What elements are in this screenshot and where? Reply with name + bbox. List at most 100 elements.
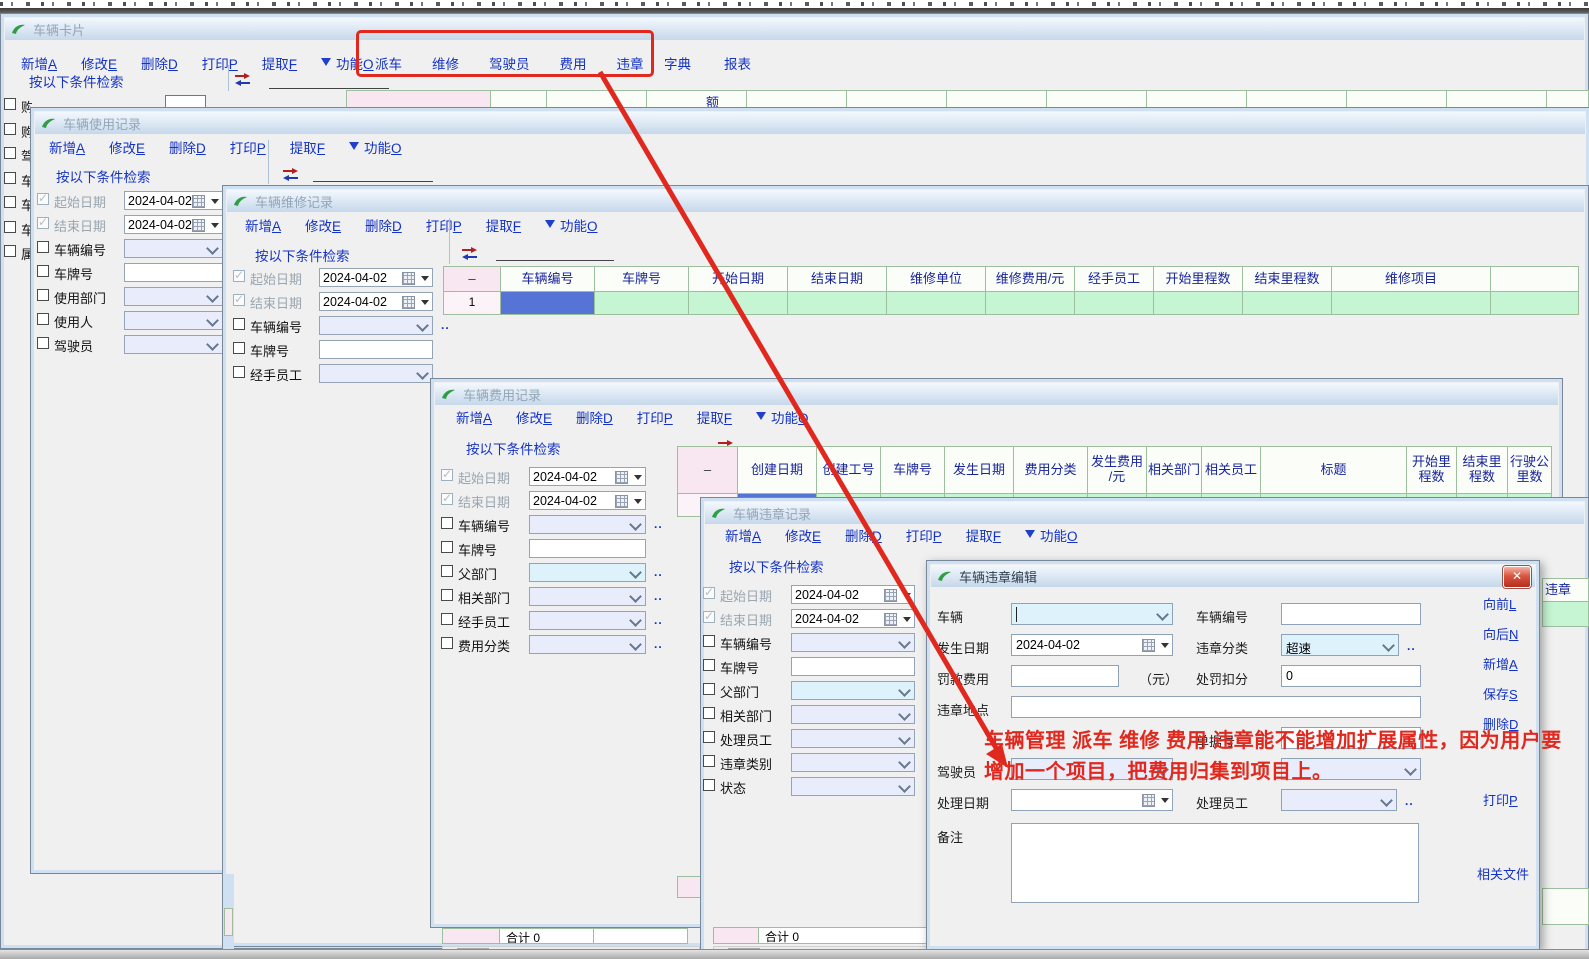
grid-cell[interactable] — [886, 291, 986, 315]
checkbox-车牌号[interactable] — [233, 342, 245, 354]
grid-cell[interactable] — [688, 291, 788, 315]
grid-cell[interactable] — [985, 291, 1075, 315]
toolbar-item[interactable]: 新增A — [245, 215, 281, 235]
field-起始日期[interactable]: 2024-04-02 — [124, 191, 223, 210]
titlebar[interactable]: 车辆违章记录 — [705, 502, 1584, 524]
chevron-down-icon[interactable] — [898, 780, 911, 793]
titlebar[interactable]: 车辆使用记录 — [35, 112, 1585, 134]
field-车牌号[interactable] — [319, 340, 433, 359]
grid-cell[interactable] — [1153, 291, 1243, 315]
toolbar-item[interactable]: 修改E — [81, 53, 117, 73]
checkbox[interactable] — [4, 196, 16, 208]
checkbox-车辆编号[interactable] — [703, 635, 715, 647]
toolbar-item[interactable]: 新增A — [725, 525, 761, 545]
checkbox-相关部门[interactable] — [703, 707, 715, 719]
more-button[interactable]: .. — [654, 565, 663, 579]
chevron-down-icon[interactable] — [206, 314, 219, 327]
checkbox-起始日期[interactable] — [37, 193, 49, 205]
dropdown-arrow-icon[interactable] — [421, 300, 429, 309]
chevron-down-icon[interactable] — [629, 518, 642, 531]
toolbar-item[interactable]: 新增A — [456, 407, 492, 427]
place-input[interactable] — [1011, 696, 1421, 718]
toolbar-item[interactable]: 功能O — [1025, 525, 1078, 545]
chevron-down-icon[interactable] — [629, 566, 642, 579]
calendar-icon[interactable] — [402, 296, 415, 309]
chevron-down-icon[interactable] — [206, 338, 219, 351]
calendar-icon[interactable] — [192, 219, 205, 232]
chevron-down-icon[interactable] — [1156, 608, 1169, 621]
toolbar-item[interactable]: 删除D — [365, 215, 402, 235]
checkbox-车牌号[interactable] — [441, 541, 453, 553]
field-车牌号[interactable] — [124, 263, 223, 282]
field-状态[interactable] — [791, 777, 915, 796]
occur-date-field[interactable]: 2024-04-02 — [1011, 634, 1173, 656]
grid-cell[interactable] — [787, 291, 887, 315]
more-button[interactable]: .. — [654, 589, 663, 603]
checkbox-车辆编号[interactable] — [37, 241, 49, 253]
checkbox-车牌号[interactable] — [703, 659, 715, 671]
checkbox-车辆编号[interactable] — [233, 318, 245, 330]
chevron-down-icon[interactable] — [898, 708, 911, 721]
chevron-down-icon[interactable] — [629, 614, 642, 627]
grid-cell[interactable] — [1242, 291, 1332, 315]
toolbar-item[interactable]: 提取F — [290, 137, 325, 157]
dropdown-arrow-icon[interactable] — [421, 276, 429, 285]
checkbox-经手员工[interactable] — [441, 613, 453, 625]
chevron-down-icon[interactable] — [206, 242, 219, 255]
chevron-down-icon[interactable] — [898, 636, 911, 649]
checkbox-使用人[interactable] — [37, 313, 49, 325]
field-车牌号[interactable] — [791, 657, 915, 676]
checkbox-父部门[interactable] — [703, 683, 715, 695]
toolbar-item[interactable]: 打印P — [906, 525, 942, 545]
toolbar-item[interactable]: 新增A — [49, 137, 85, 157]
checkbox-起始日期[interactable] — [441, 469, 453, 481]
toolbar-item[interactable]: 功能O — [349, 137, 402, 157]
toolbar-item[interactable]: 提取F — [697, 407, 732, 427]
field-结束日期[interactable]: 2024-04-02 — [124, 215, 223, 234]
checkbox-车辆编号[interactable] — [441, 517, 453, 529]
toolbar-item[interactable]: 修改E — [785, 525, 821, 545]
field-相关部门[interactable] — [791, 705, 915, 724]
field-车辆编号[interactable] — [124, 239, 223, 258]
chevron-down-icon[interactable] — [416, 367, 429, 380]
field-起始日期[interactable]: 2024-04-02 — [319, 268, 433, 287]
chevron-down-icon[interactable] — [206, 290, 219, 303]
calendar-icon[interactable] — [1142, 639, 1155, 652]
titlebar[interactable]: 车辆卡片 — [5, 18, 1584, 40]
field-结束日期[interactable]: 2024-04-02 — [319, 292, 433, 311]
field-车辆编号[interactable] — [529, 515, 646, 534]
toolbar-item[interactable]: 字典 — [664, 53, 691, 73]
toolbar-item[interactable]: 打印P — [230, 137, 266, 157]
calendar-icon[interactable] — [402, 272, 415, 285]
checkbox[interactable] — [4, 245, 16, 257]
toolbar-item[interactable]: 提取F — [262, 53, 297, 73]
checkbox-费用分类[interactable] — [441, 637, 453, 649]
checkbox-经手员工[interactable] — [233, 366, 245, 378]
dropdown-arrow-icon[interactable] — [211, 223, 219, 232]
checkbox-父部门[interactable] — [441, 565, 453, 577]
toolbar-item[interactable]: 向后N — [1483, 624, 1518, 643]
checkbox-处理员工[interactable] — [703, 731, 715, 743]
chevron-down-icon[interactable] — [898, 732, 911, 745]
toolbar-item[interactable]: 修改E — [305, 215, 341, 235]
dropdown-arrow-icon[interactable] — [211, 199, 219, 208]
dropdown-arrow-icon[interactable] — [634, 499, 642, 508]
field-使用部门[interactable] — [124, 287, 223, 306]
checkbox-驾驶员[interactable] — [37, 337, 49, 349]
toolbar-item[interactable]: 新增A — [21, 53, 57, 73]
field-驾驶员[interactable] — [124, 335, 223, 354]
checkbox-使用部门[interactable] — [37, 289, 49, 301]
swap-icon[interactable] — [234, 73, 251, 86]
calendar-icon[interactable] — [615, 471, 628, 484]
field-结束日期[interactable]: 2024-04-02 — [791, 609, 915, 628]
checkbox[interactable] — [4, 172, 16, 184]
more-button[interactable]: .. — [654, 613, 663, 627]
grid-cell[interactable] — [1074, 291, 1154, 315]
vehicle-combo[interactable] — [1011, 603, 1173, 625]
toolbar-item[interactable]: 打印P — [426, 215, 462, 235]
close-button[interactable]: ✕ — [1503, 566, 1531, 588]
field-使用人[interactable] — [124, 311, 223, 330]
checkbox-起始日期[interactable] — [233, 270, 245, 282]
swap-icon[interactable] — [282, 168, 299, 181]
toolbar-item[interactable]: 提取F — [486, 215, 521, 235]
